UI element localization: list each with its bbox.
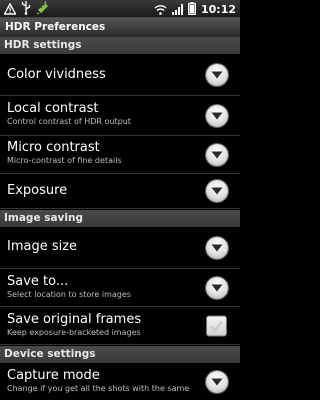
pref-summary: Keep exposure-bracketed images	[7, 328, 141, 337]
usb-icon	[21, 0, 31, 19]
pref-summary: Change if you get all the shots with the…	[7, 384, 190, 393]
pref-exposure[interactable]: Exposure	[0, 174, 240, 209]
chevron-down-icon[interactable]	[206, 276, 228, 299]
pref-local-contrast[interactable]: Local contrast Control contrast of HDR o…	[0, 96, 240, 136]
wifi-icon	[154, 0, 167, 19]
pref-summary: Micro-contrast of fine details	[7, 156, 122, 165]
pref-micro-contrast[interactable]: Micro contrast Micro-contrast of fine de…	[0, 136, 240, 174]
section-header-image-saving: Image saving	[0, 210, 240, 227]
clock: 10:12	[200, 2, 236, 16]
pref-summary: Control contrast of HDR output	[7, 117, 131, 126]
chevron-down-icon[interactable]	[206, 143, 228, 166]
section-header-device-settings: Device settings	[0, 346, 240, 363]
checkbox[interactable]	[207, 316, 226, 335]
pref-image-size[interactable]: Image size	[0, 227, 240, 269]
chevron-down-icon[interactable]	[206, 63, 228, 86]
pref-summary: Select location to store images	[7, 290, 131, 299]
pref-color-vividness[interactable]: Color vividness	[0, 54, 240, 96]
chevron-down-icon[interactable]	[206, 370, 228, 393]
signal-icon	[171, 0, 183, 19]
warning-icon	[3, 0, 17, 19]
pref-title: Save original frames	[7, 312, 142, 327]
section-header-hdr-settings: HDR settings	[0, 37, 240, 54]
chevron-down-icon[interactable]	[206, 236, 228, 259]
window-title: HDR Preferences	[0, 18, 240, 37]
android-debug-icon	[36, 0, 50, 19]
pref-save-original-frames[interactable]: Save original frames Keep exposure-brack…	[0, 307, 240, 345]
chevron-down-icon[interactable]	[206, 104, 228, 127]
status-bar: 10:12	[0, 0, 240, 18]
pref-capture-mode[interactable]: Capture mode Change if you get all the s…	[0, 363, 240, 400]
pref-save-to[interactable]: Save to... Select location to store imag…	[0, 269, 240, 307]
chevron-down-icon[interactable]	[206, 180, 228, 202]
battery-icon	[188, 0, 196, 19]
